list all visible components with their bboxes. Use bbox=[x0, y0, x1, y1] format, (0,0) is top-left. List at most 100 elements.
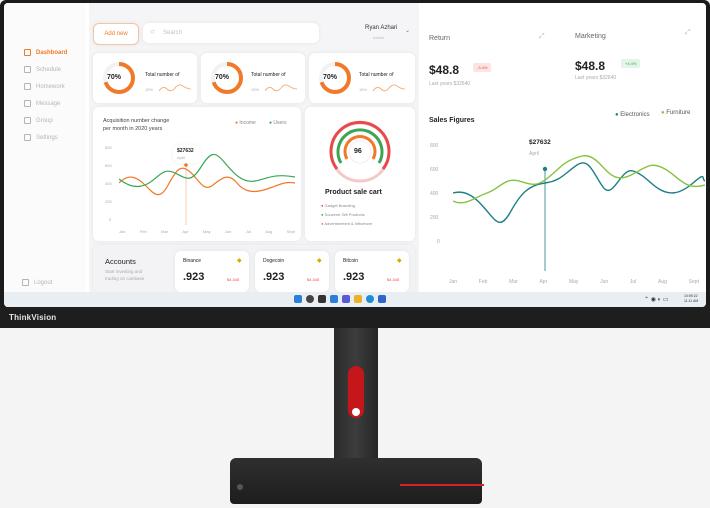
legend-label: Furniture bbox=[666, 110, 691, 116]
system-tray-icons[interactable]: ⌃ ◉ ◐ ▭ bbox=[644, 296, 669, 303]
x-tick: Sept bbox=[688, 279, 699, 285]
y-tick: 800 bbox=[430, 143, 439, 149]
stat-sub: 15% bbox=[145, 87, 154, 92]
sidebar-item-dashboard[interactable]: Dashboard bbox=[24, 49, 67, 56]
coin-icon: ◆ bbox=[237, 258, 242, 264]
monitor-stand-base bbox=[230, 458, 482, 504]
acquisition-chart-card: Acquisition number change per month in 2… bbox=[93, 107, 301, 241]
x-tick: Jul bbox=[245, 229, 251, 234]
expand-icon[interactable]: ⤢ bbox=[685, 29, 691, 37]
task-view-icon[interactable] bbox=[318, 295, 326, 303]
message-icon bbox=[24, 100, 31, 107]
gauge-value: 96 bbox=[354, 148, 362, 155]
product-card-title: Product sale cart bbox=[325, 189, 382, 196]
browser-icon[interactable] bbox=[366, 295, 374, 303]
taskbar: ⌃ ◉ ◐ ▭ 10:59:22 11:11 AM bbox=[4, 292, 706, 307]
accounts-desc: Start investing and bbox=[105, 269, 143, 274]
y-tick: 200 bbox=[430, 215, 439, 221]
stat-card: 70% Total number of 15% bbox=[93, 53, 197, 103]
x-tick: May bbox=[568, 279, 579, 285]
start-icon[interactable] bbox=[294, 295, 302, 303]
stat-label: Total number of bbox=[359, 72, 394, 78]
y-tick: 600 bbox=[430, 167, 439, 173]
x-tick: Sept bbox=[286, 229, 295, 234]
coin-card[interactable]: Binance ◆ .923 $4,345 bbox=[175, 251, 249, 292]
clock-time[interactable]: 10:59:22 bbox=[684, 294, 698, 298]
x-tick: Mar bbox=[161, 229, 168, 234]
coin-icon: ◆ bbox=[397, 258, 402, 264]
power-button[interactable] bbox=[237, 484, 243, 490]
sales-lines bbox=[453, 155, 705, 271]
stat-label: Total number of bbox=[251, 72, 286, 78]
x-tick: Feb bbox=[478, 279, 488, 285]
search-input[interactable]: ○ Search bbox=[143, 23, 319, 43]
y-tick: 400 bbox=[105, 181, 112, 186]
sidebar-item-settings[interactable]: Settings bbox=[24, 134, 58, 141]
logout-button[interactable]: Logout bbox=[22, 279, 52, 286]
calendar-icon bbox=[24, 66, 31, 73]
stat-card: 70% Total number of 15% bbox=[201, 53, 305, 103]
marketing-amount: $48.8 bbox=[575, 59, 606, 73]
sidebar: Dashboard Schedule Homework Message Grou… bbox=[4, 3, 86, 292]
monitor-chin bbox=[0, 306, 710, 328]
legend-income: ● Income bbox=[235, 120, 256, 126]
stat-sub: 15% bbox=[251, 87, 260, 92]
chevron-down-icon[interactable]: ⌄ bbox=[405, 27, 410, 34]
legend-item: ● Advertisement & Influencer bbox=[321, 221, 373, 226]
x-tick: Jun bbox=[600, 279, 609, 285]
sidebar-item-message[interactable]: Message bbox=[24, 100, 60, 107]
expand-icon[interactable]: ⤢ bbox=[539, 33, 545, 41]
sidebar-item-label: Settings bbox=[36, 135, 58, 142]
x-tick: Jun bbox=[224, 229, 232, 234]
marketing-badge: +4.4% bbox=[621, 59, 641, 68]
stat-card: 70% Total number of 15% bbox=[309, 53, 415, 103]
coin-name: Binance bbox=[183, 258, 202, 264]
stat-percent: 70% bbox=[215, 74, 230, 81]
return-amount: $48.8 bbox=[429, 63, 460, 77]
legend-label: Electronics bbox=[620, 112, 650, 118]
sidebar-item-label: Schedule bbox=[36, 67, 62, 74]
x-tick: Aug bbox=[265, 229, 273, 234]
store-icon[interactable] bbox=[378, 295, 386, 303]
stat-label: Total number of bbox=[145, 72, 180, 78]
sidebar-item-label: Message bbox=[36, 101, 61, 108]
chat-icon[interactable] bbox=[342, 295, 350, 303]
user-name[interactable]: Ryan Azhari bbox=[365, 25, 397, 31]
sparkline bbox=[159, 84, 191, 92]
search-icon[interactable] bbox=[306, 295, 314, 303]
tooltip-value: $27632 bbox=[177, 148, 194, 154]
coin-card[interactable]: Dogecoin ◆ .923 $4,345 bbox=[255, 251, 329, 292]
coin-icon: ◆ bbox=[317, 258, 322, 264]
marketing-title: Marketing bbox=[575, 33, 606, 40]
dashboard-icon bbox=[24, 49, 31, 56]
sidebar-item-homework[interactable]: Homework bbox=[24, 83, 65, 90]
sidebar-item-schedule[interactable]: Schedule bbox=[24, 66, 61, 73]
coin-name: Bitcoin bbox=[343, 258, 359, 264]
return-card: Return ⤢ $48.8 -3.4% Last years $32640 bbox=[421, 3, 561, 95]
marketing-sub: Last years $32640 bbox=[575, 75, 617, 81]
coin-value: .923 bbox=[263, 271, 285, 283]
coin-card[interactable]: Bitcoin ◆ .923 $4,345 bbox=[335, 251, 409, 292]
accounts-desc: trading on coinbase bbox=[105, 276, 145, 281]
stand-dot bbox=[352, 408, 360, 416]
legend-label: Advertisement & Influencer bbox=[324, 221, 373, 226]
coin-change: $4,345 bbox=[387, 277, 400, 282]
stat-sub: 15% bbox=[359, 87, 368, 92]
coin-change: $4,345 bbox=[227, 277, 240, 282]
legend-label: Income bbox=[239, 120, 256, 126]
tooltip-month: April bbox=[177, 155, 186, 160]
sparkline bbox=[265, 84, 297, 92]
sparkline bbox=[373, 84, 405, 92]
y-tick: 400 bbox=[430, 191, 439, 197]
sidebar-item-group[interactable]: Group bbox=[24, 117, 53, 124]
search-placeholder: Search bbox=[163, 30, 183, 36]
return-title: Return bbox=[429, 35, 451, 42]
folder-icon[interactable] bbox=[354, 295, 362, 303]
x-tick: Mar bbox=[509, 279, 518, 285]
add-new-button[interactable]: Add new bbox=[93, 23, 139, 45]
x-tick: Apr bbox=[182, 229, 189, 234]
coin-change: $4,345 bbox=[307, 277, 320, 282]
x-tick: Aug bbox=[658, 279, 667, 285]
widgets-icon[interactable] bbox=[330, 295, 338, 303]
clock-date[interactable]: 11:11 AM bbox=[684, 299, 698, 303]
